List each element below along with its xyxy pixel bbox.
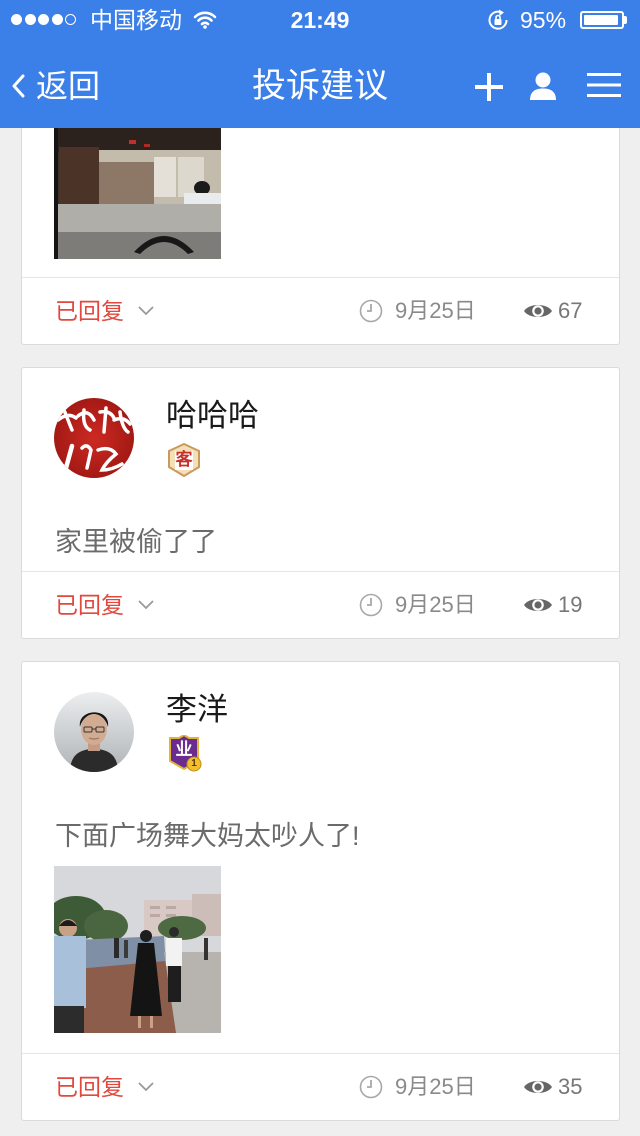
owner-badge: 业 1 [167, 735, 203, 773]
badge-label: 客 [175, 450, 193, 469]
clock-icon [359, 1075, 383, 1099]
eye-icon [524, 1081, 552, 1093]
post-footer: 已回复 9月25日 67 [22, 278, 619, 344]
reply-status: 已回复 [55, 298, 124, 324]
menu-icon[interactable] [587, 73, 621, 97]
badge-level: 1 [191, 758, 197, 769]
page-title: 投诉建议 [252, 67, 388, 105]
post-footer: 已回复 9月25日 19 [22, 572, 619, 638]
status-bar: 中国移动 21:49 95% [0, 0, 640, 40]
post-date: 9月25日 [395, 298, 476, 323]
chevron-down-icon [138, 600, 154, 610]
post-text: 下面广场舞大妈太吵人了! [55, 821, 360, 851]
chevron-down-icon [138, 306, 154, 316]
nav-bar: 返回 投诉建议 [0, 40, 640, 128]
view-count: 35 [558, 1074, 583, 1099]
post-date: 9月25日 [395, 592, 476, 617]
battery-nub [624, 16, 627, 24]
reply-status: 已回复 [55, 592, 124, 618]
battery-percent: 95% [520, 7, 567, 33]
chevron-down-icon [138, 1082, 154, 1092]
back-chevron-icon [12, 74, 25, 98]
battery-fill [584, 15, 619, 25]
reply-status-toggle[interactable]: 已回复 [55, 572, 167, 638]
author-name: 李洋 [166, 692, 228, 727]
user-icon[interactable] [529, 72, 557, 100]
reply-status: 已回复 [55, 1074, 124, 1100]
post-card[interactable]: 哈哈哈 客 家里被偷了了 已回复 9月25日 19 [21, 367, 620, 639]
post-photo[interactable] [54, 866, 221, 1033]
post-card[interactable]: 李洋 业 1 下面广场舞大妈太吵人了! 已回复 9月25日 35 [21, 661, 620, 1121]
avatar[interactable] [54, 692, 134, 772]
eye-icon [524, 599, 552, 611]
avatar[interactable] [54, 398, 134, 478]
view-count: 67 [558, 298, 583, 323]
battery-icon [580, 11, 624, 29]
plus-icon[interactable] [475, 73, 503, 101]
post-footer: 已回复 9月25日 35 [22, 1054, 619, 1120]
clock-icon [359, 299, 383, 323]
guest-badge: 客 [167, 443, 203, 481]
eye-icon [524, 305, 552, 317]
back-button[interactable]: 返回 [0, 40, 120, 128]
reply-status-toggle[interactable]: 已回复 [55, 1054, 167, 1120]
view-count: 19 [558, 592, 583, 617]
post-text: 家里被偷了了 [55, 527, 217, 557]
back-label: 返回 [36, 68, 101, 104]
rotation-lock-icon [488, 9, 508, 30]
clock-icon [359, 593, 383, 617]
post-date: 9月25日 [395, 1074, 476, 1099]
author-name: 哈哈哈 [166, 398, 259, 433]
reply-status-toggle[interactable]: 已回复 [55, 278, 167, 344]
